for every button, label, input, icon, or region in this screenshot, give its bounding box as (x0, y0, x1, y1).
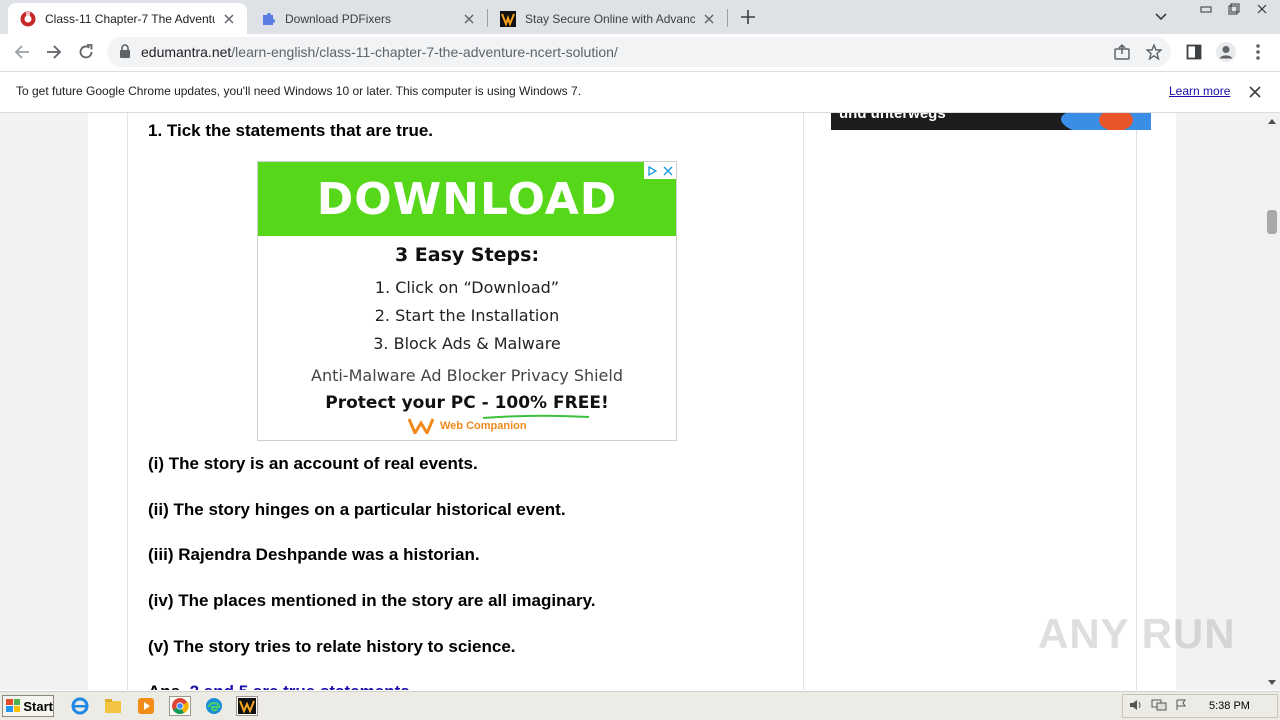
scrollbar-thumb[interactable] (1267, 210, 1277, 234)
forward-button[interactable] (40, 38, 68, 66)
windows-taskbar: Start 5:38 PM (0, 690, 1280, 720)
statement-4: (iv) The places mentioned in the story a… (148, 591, 596, 610)
ad-tagline: Anti-Malware Ad Blocker Privacy Shield (311, 366, 623, 385)
adchoices-badge[interactable] (644, 162, 676, 179)
close-window-icon[interactable] (1250, 1, 1274, 16)
ad-close-icon[interactable] (663, 166, 673, 176)
sidebar-ad-text: und unterwegs (839, 113, 946, 122)
ad-brand-name: Web Companion (440, 420, 527, 432)
statement-1: (i) The story is an account of real even… (148, 454, 478, 473)
web-companion-taskbar-icon[interactable] (236, 696, 258, 716)
page-viewport: 1. Tick the statements that are true. DO… (0, 113, 1264, 690)
edumantra-favicon-icon (20, 11, 36, 27)
ad-headline: DOWNLOAD (316, 173, 618, 225)
scroll-down-arrow-icon[interactable] (1264, 674, 1280, 690)
ad-steps-title: 3 Easy Steps: (394, 244, 540, 266)
answer-link[interactable]: 2 and 5 are true statements (190, 682, 410, 690)
tab-edumantra[interactable]: Class-11 Chapter-7 The Adventure-N (8, 3, 247, 34)
reload-button[interactable] (72, 38, 100, 66)
article-content: 1. Tick the statements that are true. DO… (127, 113, 804, 690)
tab-strip: Class-11 Chapter-7 The Adventure-N Downl… (0, 0, 1280, 34)
menu-kebab-icon[interactable] (1244, 38, 1272, 66)
ad-step: 3. Block Ads & Malware (373, 334, 561, 353)
webcompanion-favicon-icon (500, 10, 516, 27)
action-center-flag-icon[interactable] (1175, 699, 1187, 714)
new-tab-button[interactable] (736, 5, 760, 29)
clock[interactable]: 5:38 PM (1209, 700, 1250, 712)
ad-step: 2. Start the Installation (374, 306, 560, 325)
ad-graphic (1099, 113, 1133, 130)
side-panel-button[interactable] (1180, 38, 1208, 66)
browser-toolbar: edumantra.net/learn-english/class-11-cha… (0, 34, 1280, 71)
ad-headline-band[interactable]: DOWNLOAD (258, 162, 676, 236)
question-heading: 1. Tick the statements that are true. (148, 121, 434, 140)
update-infobar: To get future Google Chrome updates, you… (0, 71, 1280, 113)
start-button[interactable]: Start (2, 695, 54, 717)
lock-icon[interactable] (119, 44, 133, 60)
tab-pdfixers[interactable]: Download PDFixers (248, 3, 487, 34)
vertical-scrollbar[interactable] (1264, 113, 1280, 690)
profile-avatar-icon[interactable] (1212, 38, 1240, 66)
tab-webcompanion[interactable]: Stay Secure Online with Advanced A (488, 3, 727, 34)
system-tray: 5:38 PM (1122, 694, 1278, 718)
adchoices-icon[interactable] (647, 165, 657, 176)
tab-divider (727, 9, 728, 27)
internet-explorer-icon[interactable] (69, 696, 91, 716)
file-explorer-icon[interactable] (102, 696, 124, 716)
back-button[interactable] (8, 38, 36, 66)
restore-icon[interactable] (1222, 1, 1246, 16)
close-tab-icon[interactable] (701, 11, 717, 27)
tab-title: Class-11 Chapter-7 The Adventure-N (45, 11, 215, 26)
web-companion-logo-icon (408, 418, 434, 434)
tab-title: Download PDFixers (285, 11, 392, 26)
windows-logo-icon (6, 699, 21, 712)
media-player-icon[interactable] (135, 696, 157, 716)
edge-icon[interactable] (203, 696, 225, 716)
anyrun-watermark: ANY RUN (1038, 610, 1236, 657)
address-bar[interactable]: edumantra.net/learn-english/class-11-cha… (107, 37, 1171, 67)
url-path: /learn-english/class-11-chapter-7-the-ad… (231, 44, 618, 60)
volume-icon[interactable] (1129, 699, 1143, 714)
statement-5: (v) The story tries to relate history to… (148, 637, 516, 656)
answer-prefix: Ans. (148, 682, 185, 690)
sidebar: und unterwegs (804, 113, 1151, 690)
window-controls (1194, 1, 1274, 16)
bookmark-star-icon[interactable] (1145, 43, 1163, 61)
download-ad-banner[interactable]: DOWNLOAD 3 Easy Steps: 1. Click on “Down… (257, 161, 677, 441)
share-icon[interactable] (1113, 43, 1131, 61)
tab-search-button[interactable] (1150, 6, 1172, 28)
tab-title: Stay Secure Online with Advanced A (525, 11, 695, 26)
ad-protect-text: Protect your PC - 100% FREE! (325, 393, 609, 413)
web-companion-brand[interactable]: Web Companion (408, 418, 527, 434)
answer-line: Ans. 2 and 5 are true statements (148, 682, 410, 690)
puzzle-favicon-icon (260, 11, 276, 27)
chrome-taskbar-icon[interactable] (169, 696, 191, 716)
close-infobar-icon[interactable] (1247, 84, 1263, 100)
statement-2: (ii) The story hinges on a particular hi… (148, 500, 566, 519)
close-tab-icon[interactable] (221, 11, 237, 27)
url-text: edumantra.net/learn-english/class-11-cha… (141, 44, 618, 60)
start-label: Start (23, 698, 53, 714)
minimize-icon[interactable] (1194, 1, 1218, 16)
infobar-message: To get future Google Chrome updates, you… (16, 84, 582, 98)
sidebar-ad[interactable]: und unterwegs (831, 113, 1151, 130)
scroll-up-arrow-icon[interactable] (1264, 113, 1280, 129)
learn-more-link[interactable]: Learn more (1169, 84, 1230, 98)
network-icon[interactable] (1151, 699, 1167, 714)
url-host: edumantra.net (141, 44, 232, 60)
ad-step: 1. Click on “Download” (374, 278, 560, 297)
statement-3: (iii) Rajendra Deshpande was a historian… (148, 545, 480, 564)
close-tab-icon[interactable] (461, 11, 477, 27)
